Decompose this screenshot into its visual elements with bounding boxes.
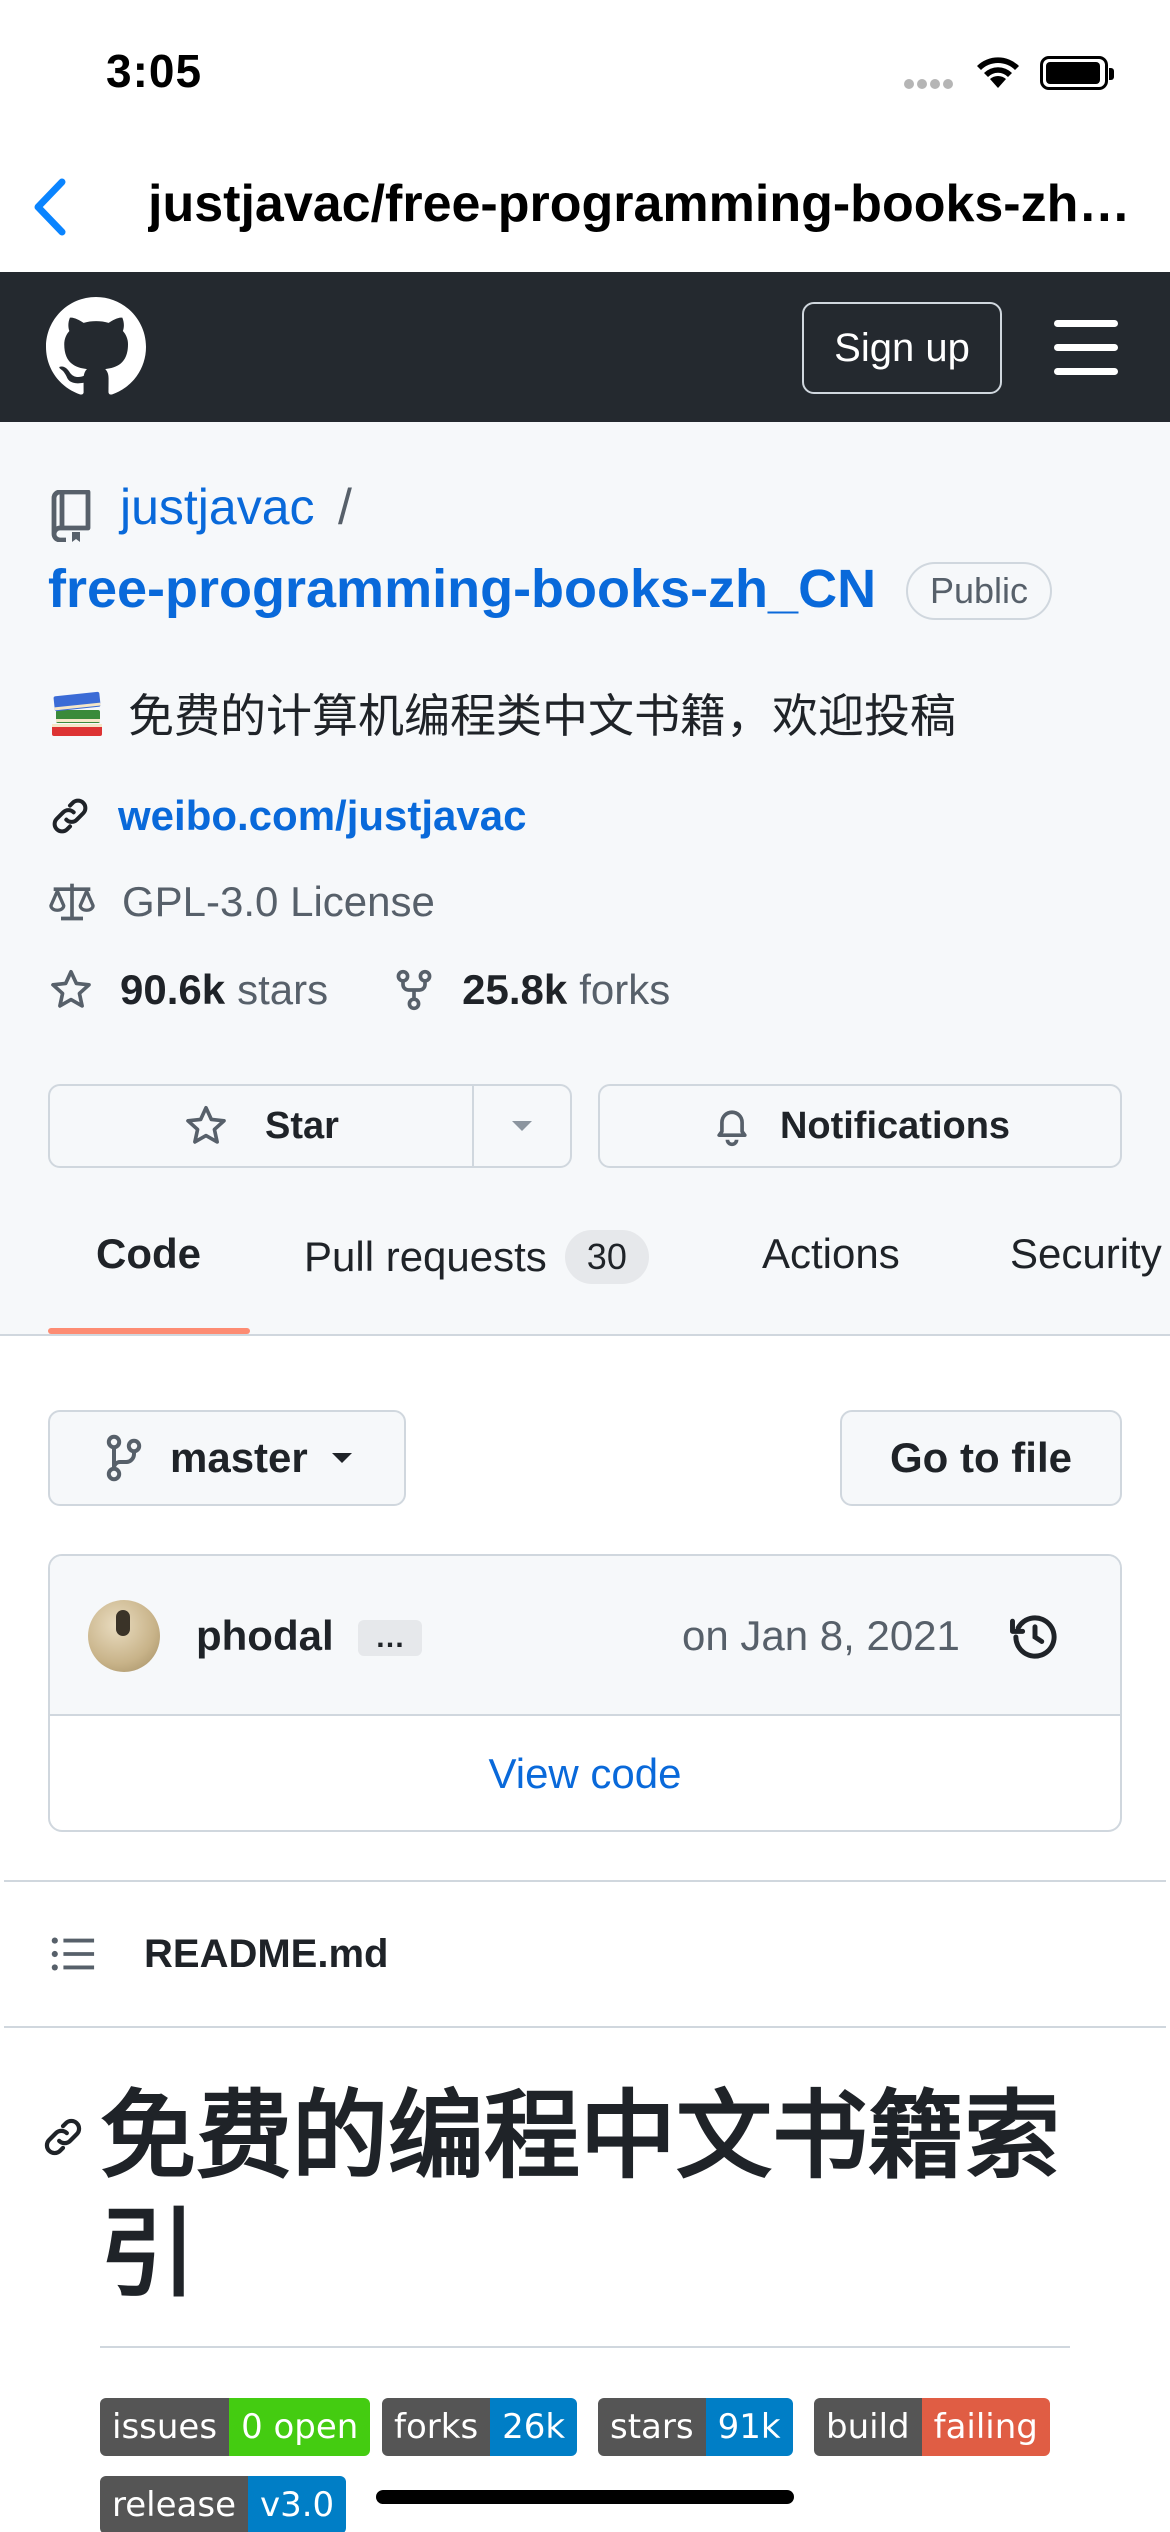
pull-requests-count-badge: 30	[564, 1230, 649, 1284]
badge-label: stars	[598, 2398, 706, 2456]
readme-header: README.md	[4, 1880, 1166, 2028]
badge-label: forks	[382, 2398, 491, 2456]
stars-label: stars	[237, 966, 329, 1013]
website-row: weibo.com/justjavac	[48, 792, 526, 840]
tab-actions[interactable]: Actions	[762, 1230, 900, 1278]
tab-code[interactable]: Code	[96, 1230, 201, 1278]
stars-badge[interactable]: stars 91k	[598, 2398, 793, 2456]
branch-name: master	[170, 1434, 308, 1481]
battery-icon	[1040, 56, 1114, 90]
license-text[interactable]: GPL-3.0 License	[122, 878, 435, 926]
badge-label: release	[100, 2476, 248, 2532]
github-header: Sign up	[0, 272, 1170, 422]
cellular-signal-icon	[904, 76, 956, 94]
tab-pull-requests[interactable]: Pull requests 30	[304, 1230, 649, 1284]
release-badge[interactable]: release v3.0	[100, 2476, 347, 2532]
caret-down-icon	[331, 1453, 352, 1463]
star-button-label: Star	[265, 1104, 339, 1147]
branch-selector-button[interactable]: master	[48, 1410, 406, 1506]
badge-value: v3.0	[247, 2476, 347, 2532]
repo-header: justjavac / free-programming-books-zh_CN…	[0, 422, 1170, 1336]
bell-icon	[717, 1110, 747, 1147]
license-row: GPL-3.0 License	[48, 878, 435, 926]
website-link[interactable]: weibo.com/justjavac	[118, 792, 526, 840]
tab-actions-label: Actions	[762, 1230, 900, 1277]
visibility-badge: Public	[906, 562, 1053, 620]
link-icon	[52, 798, 88, 834]
latest-commit-header: phodal … on Jan 8, 2021	[50, 1556, 1120, 1716]
star-icon	[186, 1105, 226, 1144]
repo-name-link[interactable]: free-programming-books-zh_CN	[48, 558, 876, 620]
repo-path-separator: /	[338, 479, 352, 535]
forks-count[interactable]: 25.8k	[462, 966, 567, 1014]
status-bar: 3:05	[0, 0, 1170, 150]
forks-label: forks	[579, 966, 671, 1013]
anchor-link-icon[interactable]	[40, 2114, 86, 2160]
tab-security-label: Security	[1010, 1230, 1162, 1277]
badge-value: 0 open	[229, 2398, 371, 2456]
badge-value: 91k	[705, 2398, 793, 2456]
latest-commit-box: phodal … on Jan 8, 2021 View code	[48, 1554, 1122, 1832]
notifications-button[interactable]: Notifications	[598, 1084, 1122, 1168]
star-button-group: Star	[48, 1084, 572, 1168]
readme-heading: 免费的编程中文书籍索引	[100, 2083, 1060, 2308]
notifications-label: Notifications	[779, 1104, 1011, 1147]
browser-title: justjavac/free-programming-books-zh_CN	[148, 175, 1148, 233]
status-time: 3:05	[106, 45, 203, 97]
commit-message-expand-button[interactable]: …	[358, 1620, 422, 1656]
heading-divider	[100, 2346, 1070, 2348]
stars-count[interactable]: 90.6k	[120, 966, 225, 1014]
commit-date: on Jan 8, 2021	[682, 1612, 960, 1659]
sign-up-button[interactable]: Sign up	[802, 302, 1002, 394]
fork-icon	[396, 969, 432, 1011]
repo-description-text: 免费的计算机编程类中文书籍，欢迎投稿	[128, 690, 956, 742]
view-code-link[interactable]: View code	[50, 1716, 1120, 1830]
law-scale-icon	[49, 883, 95, 921]
books-emoji-icon	[52, 691, 102, 736]
badge-label: build	[814, 2398, 922, 2456]
star-list-dropdown[interactable]	[474, 1119, 570, 1133]
go-to-file-button[interactable]: Go to file	[840, 1410, 1122, 1506]
list-icon[interactable]	[50, 1934, 96, 1974]
badge-label: issues	[100, 2398, 230, 2456]
badge-value: failing	[921, 2398, 1050, 2456]
forks-badge[interactable]: forks 26k	[382, 2398, 578, 2456]
readme-filename: README.md	[144, 1931, 389, 1976]
active-tab-indicator	[48, 1328, 250, 1334]
home-indicator[interactable]	[376, 2490, 794, 2504]
commit-author[interactable]: phodal	[196, 1612, 334, 1660]
build-badge[interactable]: build failing	[814, 2398, 1050, 2456]
star-icon	[51, 969, 91, 1008]
back-chevron-icon[interactable]	[22, 172, 82, 242]
issues-badge[interactable]: issues 0 open	[100, 2398, 371, 2456]
menu-icon[interactable]	[1054, 320, 1118, 376]
repo-description: 免费的计算机编程类中文书籍，欢迎投稿	[48, 680, 956, 746]
caret-down-icon	[512, 1121, 532, 1131]
tab-code-label: Code	[96, 1230, 201, 1277]
stats-row: 90.6k stars 25.8k forks	[48, 966, 670, 1014]
repo-icon	[51, 490, 91, 542]
history-icon[interactable]	[1008, 1610, 1062, 1664]
github-logo-icon[interactable]	[46, 297, 146, 397]
browser-navbar: justjavac/free-programming-books-zh_CN	[0, 150, 1170, 272]
tab-pull-requests-label: Pull requests	[304, 1233, 547, 1280]
avatar[interactable]	[88, 1600, 160, 1672]
badge-value: 26k	[490, 2398, 578, 2456]
star-button[interactable]: Star	[50, 1086, 474, 1166]
wifi-icon	[977, 57, 1019, 88]
git-branch-icon	[106, 1434, 142, 1482]
repo-owner-link[interactable]: justjavac	[120, 478, 315, 536]
tab-security[interactable]: Security	[1010, 1230, 1162, 1278]
